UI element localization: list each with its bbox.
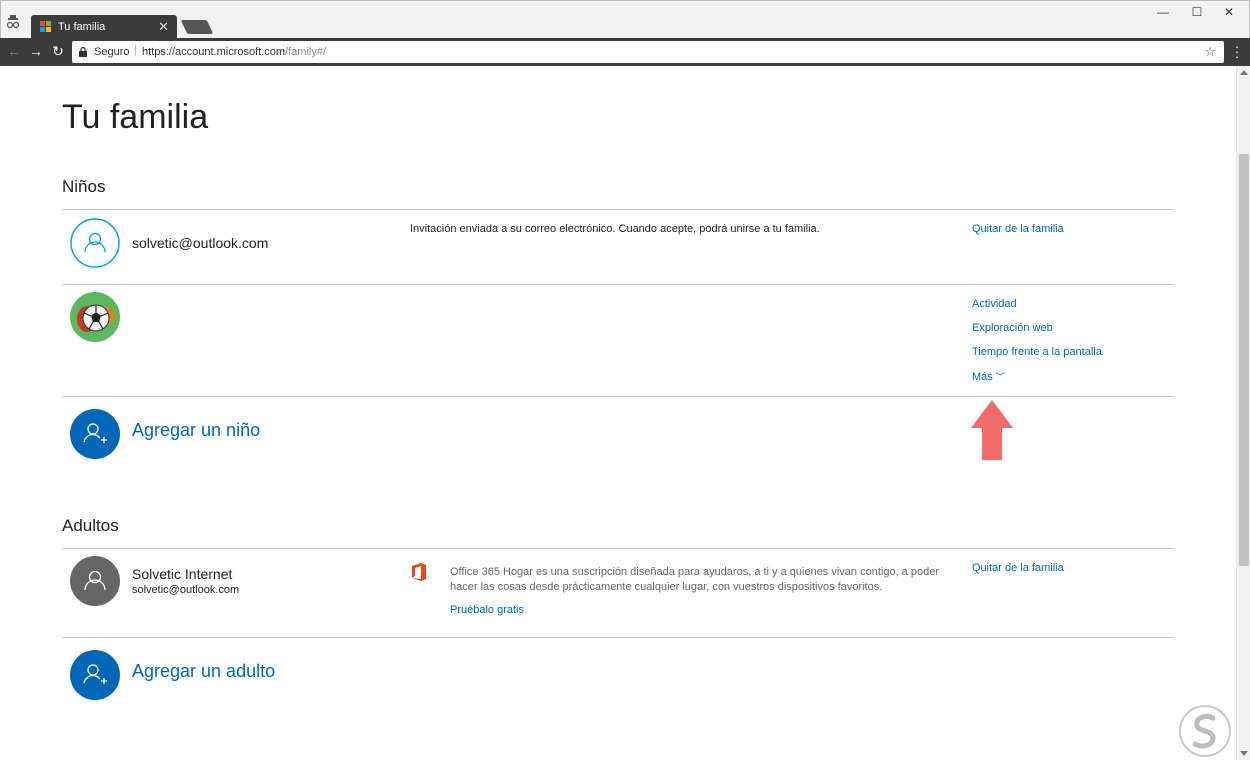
add-child-link[interactable]: Agregar un niño: [132, 420, 260, 441]
lock-icon: [79, 47, 87, 57]
child-email: solvetic@outlook.com: [132, 235, 269, 251]
person-outline-icon: [70, 218, 120, 268]
soccer-ball-icon: [70, 292, 120, 342]
address-bar[interactable]: Seguro | https://account.microsoft.com/f…: [72, 41, 1224, 63]
security-label: Seguro: [94, 46, 130, 58]
adult-name: Solvetic Internet: [132, 566, 233, 582]
reload-icon[interactable]: ↻: [49, 43, 67, 60]
annotation-arrow-icon: [971, 400, 1013, 460]
page-title: Tu familia: [62, 98, 209, 136]
add-child-avatar[interactable]: [70, 409, 120, 459]
new-tab-button[interactable]: [180, 20, 214, 34]
office-promo-text: Office 365 Hogar es una suscripción dise…: [450, 566, 939, 593]
activity-link[interactable]: Actividad: [972, 298, 1017, 310]
add-person-icon: [70, 650, 120, 700]
office-logo-icon: [412, 563, 426, 581]
address-separator: |: [134, 44, 137, 56]
person-icon: [70, 556, 120, 606]
children-section-title: Niños: [62, 177, 106, 196]
page-scrollbar[interactable]: [1236, 66, 1250, 760]
screen-time-link[interactable]: Tiempo frente a la pantalla: [972, 346, 1102, 358]
soccer-ball-avatar[interactable]: [70, 292, 120, 342]
tab-title: Tu familia: [58, 21, 106, 33]
invitation-message: Invitación enviada a su correo electróni…: [410, 223, 820, 235]
browser-toolbar: ← → ↻ Seguro | https://account.microsoft…: [0, 38, 1250, 66]
chevron-down-icon: ﹀: [995, 372, 1005, 382]
browser-titlebar: Tu familia ✕ — ☐ ✕: [0, 0, 1250, 39]
divider: [62, 284, 1174, 285]
forward-arrow-icon[interactable]: →: [27, 43, 45, 59]
web-browsing-link[interactable]: Exploración web: [972, 322, 1053, 334]
browser-tab-active[interactable]: Tu familia ✕: [31, 15, 177, 39]
add-person-icon: [70, 409, 120, 459]
adult-email: solvetic@outlook.com: [132, 584, 240, 596]
add-adult-link[interactable]: Agregar un adulto: [132, 661, 275, 682]
pending-child-avatar: [70, 218, 120, 268]
scroll-up-arrow-icon[interactable]: [1240, 70, 1248, 75]
remove-child-link[interactable]: Quitar de la familia: [972, 223, 1064, 235]
url-text[interactable]: https://account.microsoft.com/family#/: [142, 46, 326, 58]
bookmark-star-icon[interactable]: ☆: [1204, 44, 1216, 60]
scroll-down-arrow-icon[interactable]: [1240, 751, 1248, 756]
close-window-button[interactable]: ✕: [1219, 5, 1239, 19]
remove-adult-link[interactable]: Quitar de la familia: [972, 562, 1064, 574]
scrollbar-thumb[interactable]: [1239, 154, 1249, 566]
back-arrow-icon[interactable]: ←: [5, 43, 23, 59]
adults-section-title: Adultos: [62, 516, 119, 535]
menu-dots-icon[interactable]: · · ·: [1234, 40, 1240, 63]
add-adult-avatar[interactable]: [70, 650, 120, 700]
divider: [62, 548, 1174, 549]
divider: [62, 396, 1174, 397]
incognito-icon: [6, 15, 20, 29]
minimize-button[interactable]: —: [1153, 5, 1173, 19]
maximize-button[interactable]: ☐: [1187, 5, 1207, 19]
try-free-link[interactable]: Pruébalo gratis: [450, 604, 524, 616]
watermark-logo: [1179, 705, 1231, 757]
microsoft-logo-icon: [40, 21, 52, 33]
adult-avatar: [70, 556, 120, 606]
divider: [62, 209, 1174, 210]
tab-close-icon[interactable]: ✕: [158, 19, 169, 35]
more-dropdown[interactable]: Más ﹀: [972, 370, 1005, 383]
divider: [62, 637, 1174, 638]
